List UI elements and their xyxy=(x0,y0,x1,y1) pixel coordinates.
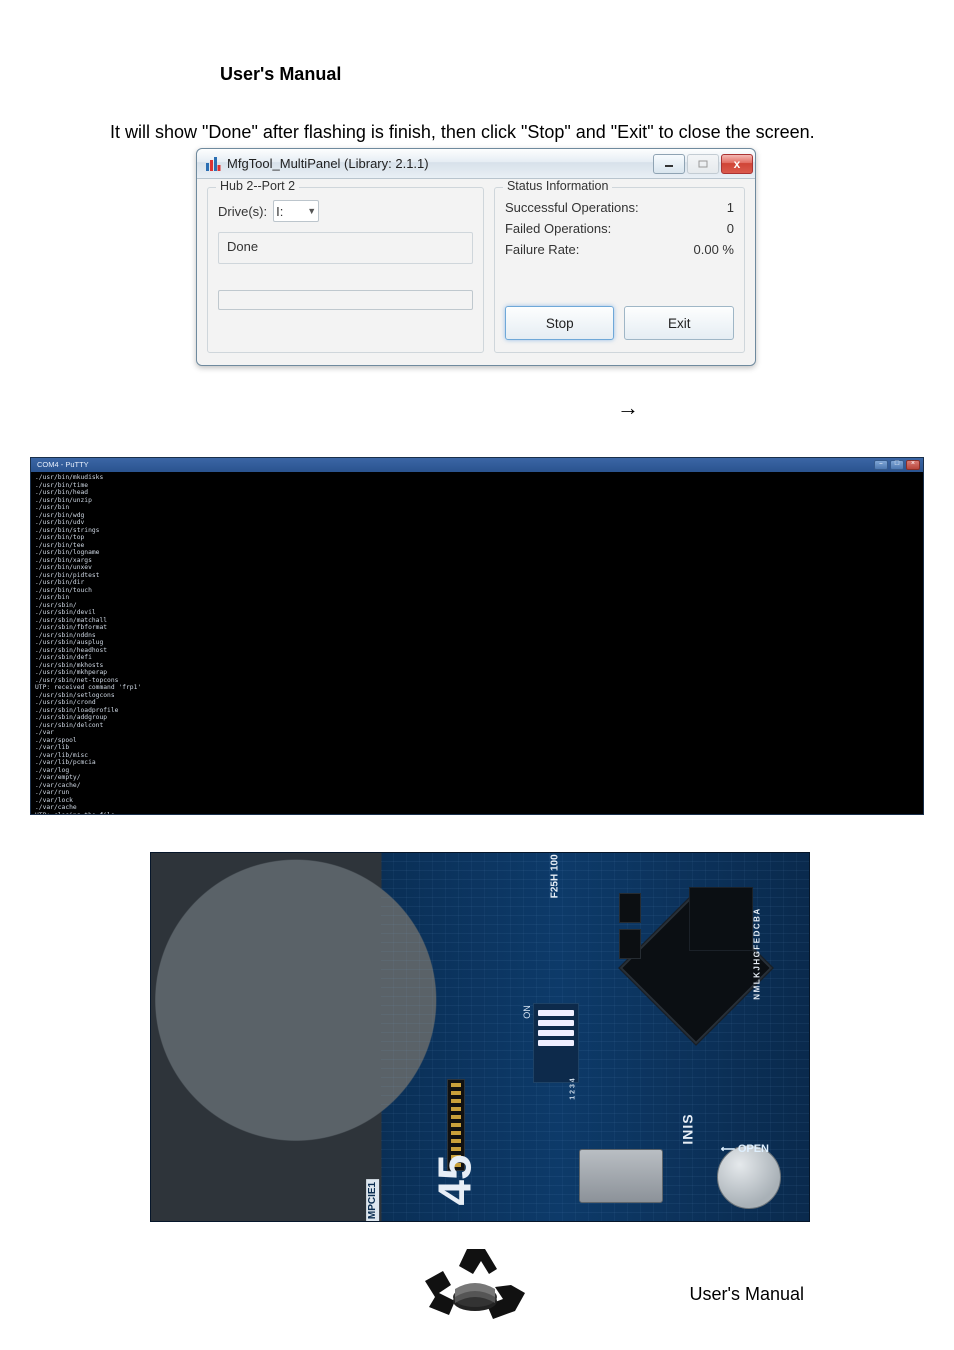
success-value: 1 xyxy=(727,200,734,215)
sd-slot xyxy=(579,1149,663,1203)
done-text: Done xyxy=(227,239,258,254)
silk-letters: NMLKJHGFEDCBA xyxy=(752,907,761,999)
arrow-right-icon: → xyxy=(617,395,639,421)
maximize-button[interactable] xyxy=(687,154,719,174)
exit-button[interactable]: Exit xyxy=(624,306,734,340)
window-buttons: x xyxy=(653,154,753,174)
window-title: MfgTool_MultiPanel (Library: 2.1.1) xyxy=(227,156,653,171)
window-body: Hub 2--Port 2 Drive(s): I: ▼ Done Status… xyxy=(197,179,755,365)
drive-label: Drive(s): xyxy=(218,204,267,219)
circuit-board-photo: ON 1 2 3 4 45 INIS OPEN F25H 100 16V MPC… xyxy=(150,852,810,1222)
status-row-rate: Failure Rate: 0.00 % xyxy=(505,242,734,257)
hub-legend: Hub 2--Port 2 xyxy=(216,179,299,193)
rate-value: 0.00 % xyxy=(694,242,734,257)
chip-small xyxy=(619,929,641,959)
dip-numbers: 1 2 3 4 xyxy=(569,1078,577,1099)
chevron-down-icon: ▼ xyxy=(307,206,316,216)
close-button[interactable]: x xyxy=(721,154,753,174)
silk-45: 45 xyxy=(428,1154,482,1205)
close-icon: x xyxy=(734,157,741,171)
intro-paragraph: It will show "Done" after flashing is fi… xyxy=(110,122,815,143)
recycle-icon xyxy=(390,1245,560,1336)
terminal-close-icon: × xyxy=(906,460,920,470)
failed-label: Failed Operations: xyxy=(505,221,611,236)
drive-row: Drive(s): I: ▼ xyxy=(218,200,473,222)
minimize-button[interactable] xyxy=(653,154,685,174)
success-label: Successful Operations: xyxy=(505,200,639,215)
mfgtool-window: MfgTool_MultiPanel (Library: 2.1.1) x Hu… xyxy=(196,148,756,366)
chip-small xyxy=(619,893,641,923)
terminal-screenshot: COM4 - PuTTY – □ × ./usr/bin/mkudisks ./… xyxy=(30,457,924,815)
silk-inis: INIS xyxy=(679,1113,695,1144)
stop-button[interactable]: Stop xyxy=(505,306,615,340)
terminal-titlebar: COM4 - PuTTY – □ × xyxy=(31,458,923,472)
dip-switch xyxy=(533,1003,579,1083)
status-fieldset: Status Information Successful Operations… xyxy=(494,187,745,353)
header-title: User's Manual xyxy=(220,64,341,85)
terminal-title: COM4 - PuTTY xyxy=(37,461,89,469)
footer-text: User's Manual xyxy=(690,1284,804,1305)
app-icon xyxy=(205,156,221,172)
status-legend: Status Information xyxy=(503,179,612,193)
titlebar: MfgTool_MultiPanel (Library: 2.1.1) x xyxy=(197,149,755,179)
terminal-maximize-icon: □ xyxy=(890,460,904,470)
progress-bar xyxy=(218,290,473,310)
action-buttons: Stop Exit xyxy=(505,296,734,340)
drive-select[interactable]: I: ▼ xyxy=(273,200,319,222)
status-row-failed: Failed Operations: 0 xyxy=(505,221,734,236)
minimize-icon xyxy=(664,160,674,168)
silk-mpcie1: MPCIE1 xyxy=(366,1179,379,1222)
terminal-output: ./usr/bin/mkudisks ./usr/bin/time ./usr/… xyxy=(31,472,923,815)
drive-value: I: xyxy=(276,204,283,219)
silk-f25h: F25H 100 16V xyxy=(550,852,560,898)
silk-open: OPEN xyxy=(721,1143,769,1155)
failed-value: 0 xyxy=(727,221,734,236)
status-row-success: Successful Operations: 1 xyxy=(505,200,734,215)
rate-label: Failure Rate: xyxy=(505,242,579,257)
dip-on-label: ON xyxy=(521,1005,531,1019)
chip-square xyxy=(689,887,753,951)
terminal-minimize-icon: – xyxy=(874,460,888,470)
hub-fieldset: Hub 2--Port 2 Drive(s): I: ▼ Done xyxy=(207,187,484,353)
maximize-icon xyxy=(698,160,708,168)
status-text-box: Done xyxy=(218,232,473,264)
